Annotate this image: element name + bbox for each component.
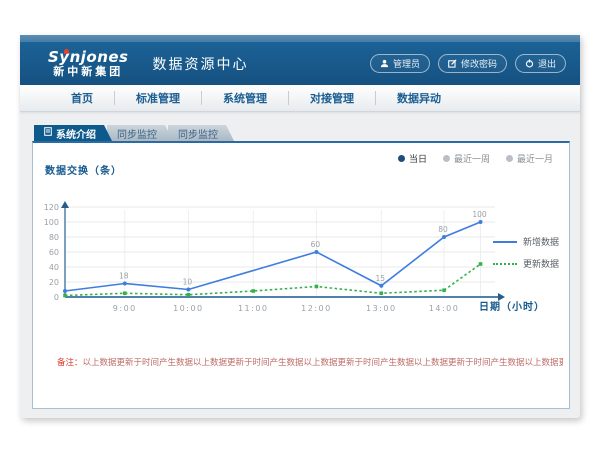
footnote-text: 以上数据更新于时间产生数据以上数据更新于时间产生数据以上数据更新于时间产生数据以…	[83, 358, 563, 368]
nav-item-system-mgmt[interactable]: 系统管理	[202, 85, 288, 111]
svg-text:15: 15	[376, 274, 386, 283]
page-title: 数据资源中心	[153, 54, 249, 74]
filter-last-week[interactable]: 最近一周	[443, 152, 490, 165]
svg-text:18: 18	[119, 272, 129, 281]
radio-icon	[443, 155, 450, 162]
svg-text:80: 80	[438, 225, 448, 234]
svg-text:10:00: 10:00	[173, 304, 204, 313]
filter-last-week-label: 最近一周	[454, 152, 490, 165]
nav-item-standard-mgmt[interactable]: 标准管理	[115, 85, 201, 111]
logo-secondary: 新中新集团	[48, 66, 129, 78]
doc-icon	[44, 127, 52, 139]
nav-item-home[interactable]: 首页	[50, 85, 114, 111]
main-nav: 首页 标准管理 系统管理 对接管理 数据异动	[20, 85, 580, 112]
solid-line-icon	[493, 241, 517, 243]
user-icon	[380, 59, 389, 68]
svg-text:11:00: 11:00	[238, 304, 269, 313]
svg-text:100: 100	[472, 210, 487, 219]
svg-text:40: 40	[49, 263, 59, 272]
radio-icon	[506, 155, 513, 162]
tab-sync-monitor-1[interactable]: 同步监控	[107, 125, 173, 141]
tab-sync-monitor-2-label: 同步监控	[178, 126, 218, 141]
header-actions: 管理员 修改密码 退出	[370, 54, 566, 73]
line-chart: 0 20 40 60 80 100 120 9:00 10:00 11:00 12:00 13:00 1…	[43, 179, 505, 321]
svg-text:13:00: 13:00	[366, 304, 397, 313]
legend-new-data: 新增数据	[493, 235, 559, 248]
tab-system-intro[interactable]: 系统介绍	[34, 125, 112, 141]
tab-bar: 系统介绍 同步监控 同步监控	[34, 125, 570, 141]
svg-text:60: 60	[49, 248, 59, 257]
admin-user-label: 管理员	[393, 57, 420, 70]
nav-item-data-change[interactable]: 数据异动	[376, 85, 462, 111]
svg-text:120: 120	[44, 203, 59, 212]
filter-today-label: 当日	[409, 152, 427, 165]
svg-text:100: 100	[44, 218, 59, 227]
svg-text:14:00: 14:00	[429, 304, 460, 313]
power-icon	[525, 59, 534, 68]
svg-text:0: 0	[54, 293, 59, 302]
nav-item-interface-mgmt[interactable]: 对接管理	[289, 85, 375, 111]
footnote-label: 备注：	[57, 358, 83, 368]
content-area: 系统介绍 同步监控 同步监控 当日 最近一周	[20, 112, 580, 418]
range-filters: 当日 最近一周 最近一月	[398, 152, 553, 165]
legend-update-data: 更新数据	[493, 257, 559, 270]
legend-update-data-label: 更新数据	[523, 257, 559, 270]
svg-text:10: 10	[183, 278, 193, 287]
change-password-button[interactable]: 修改密码	[438, 54, 507, 73]
svg-text:12:00: 12:00	[301, 304, 332, 313]
dotted-line-icon	[493, 263, 517, 265]
filter-today[interactable]: 当日	[398, 152, 427, 165]
x-axis-title: 日期（小时）	[479, 298, 545, 313]
logo: Synjones 新中新集团	[48, 50, 129, 77]
logout-label: 退出	[538, 57, 556, 70]
admin-user-button[interactable]: 管理员	[370, 54, 430, 73]
tab-system-intro-label: 系统介绍	[56, 126, 96, 141]
filter-last-month-label: 最近一月	[517, 152, 553, 165]
logout-button[interactable]: 退出	[515, 54, 566, 73]
logo-primary: Synjones	[48, 50, 129, 66]
edit-icon	[448, 59, 457, 68]
svg-text:20: 20	[49, 278, 59, 287]
y-axis-title: 数据交换（条）	[45, 162, 122, 177]
app-window: Synjones 新中新集团 数据资源中心 管理员 修改密码 退出	[20, 35, 580, 418]
top-strip	[20, 35, 580, 42]
footnote: 备注：以上数据更新于时间产生数据以上数据更新于时间产生数据以上数据更新于时间产生…	[57, 356, 563, 368]
tab-sync-monitor-1-label: 同步监控	[117, 126, 157, 141]
tab-sync-monitor-2[interactable]: 同步监控	[168, 125, 234, 141]
logo-accent	[64, 49, 69, 54]
legend-new-data-label: 新增数据	[523, 235, 559, 248]
change-password-label: 修改密码	[461, 57, 497, 70]
filter-last-month[interactable]: 最近一月	[506, 152, 553, 165]
radio-icon	[398, 155, 405, 162]
svg-text:9:00: 9:00	[113, 304, 137, 313]
svg-text:60: 60	[311, 240, 321, 249]
header: Synjones 新中新集团 数据资源中心 管理员 修改密码 退出	[20, 42, 580, 85]
series-legend: 新增数据 更新数据	[493, 235, 559, 270]
chart-panel: 当日 最近一周 最近一月 数据交换（条） 0 20 40 60 80 100 120 9:00…	[32, 141, 570, 409]
svg-text:80: 80	[49, 233, 59, 242]
